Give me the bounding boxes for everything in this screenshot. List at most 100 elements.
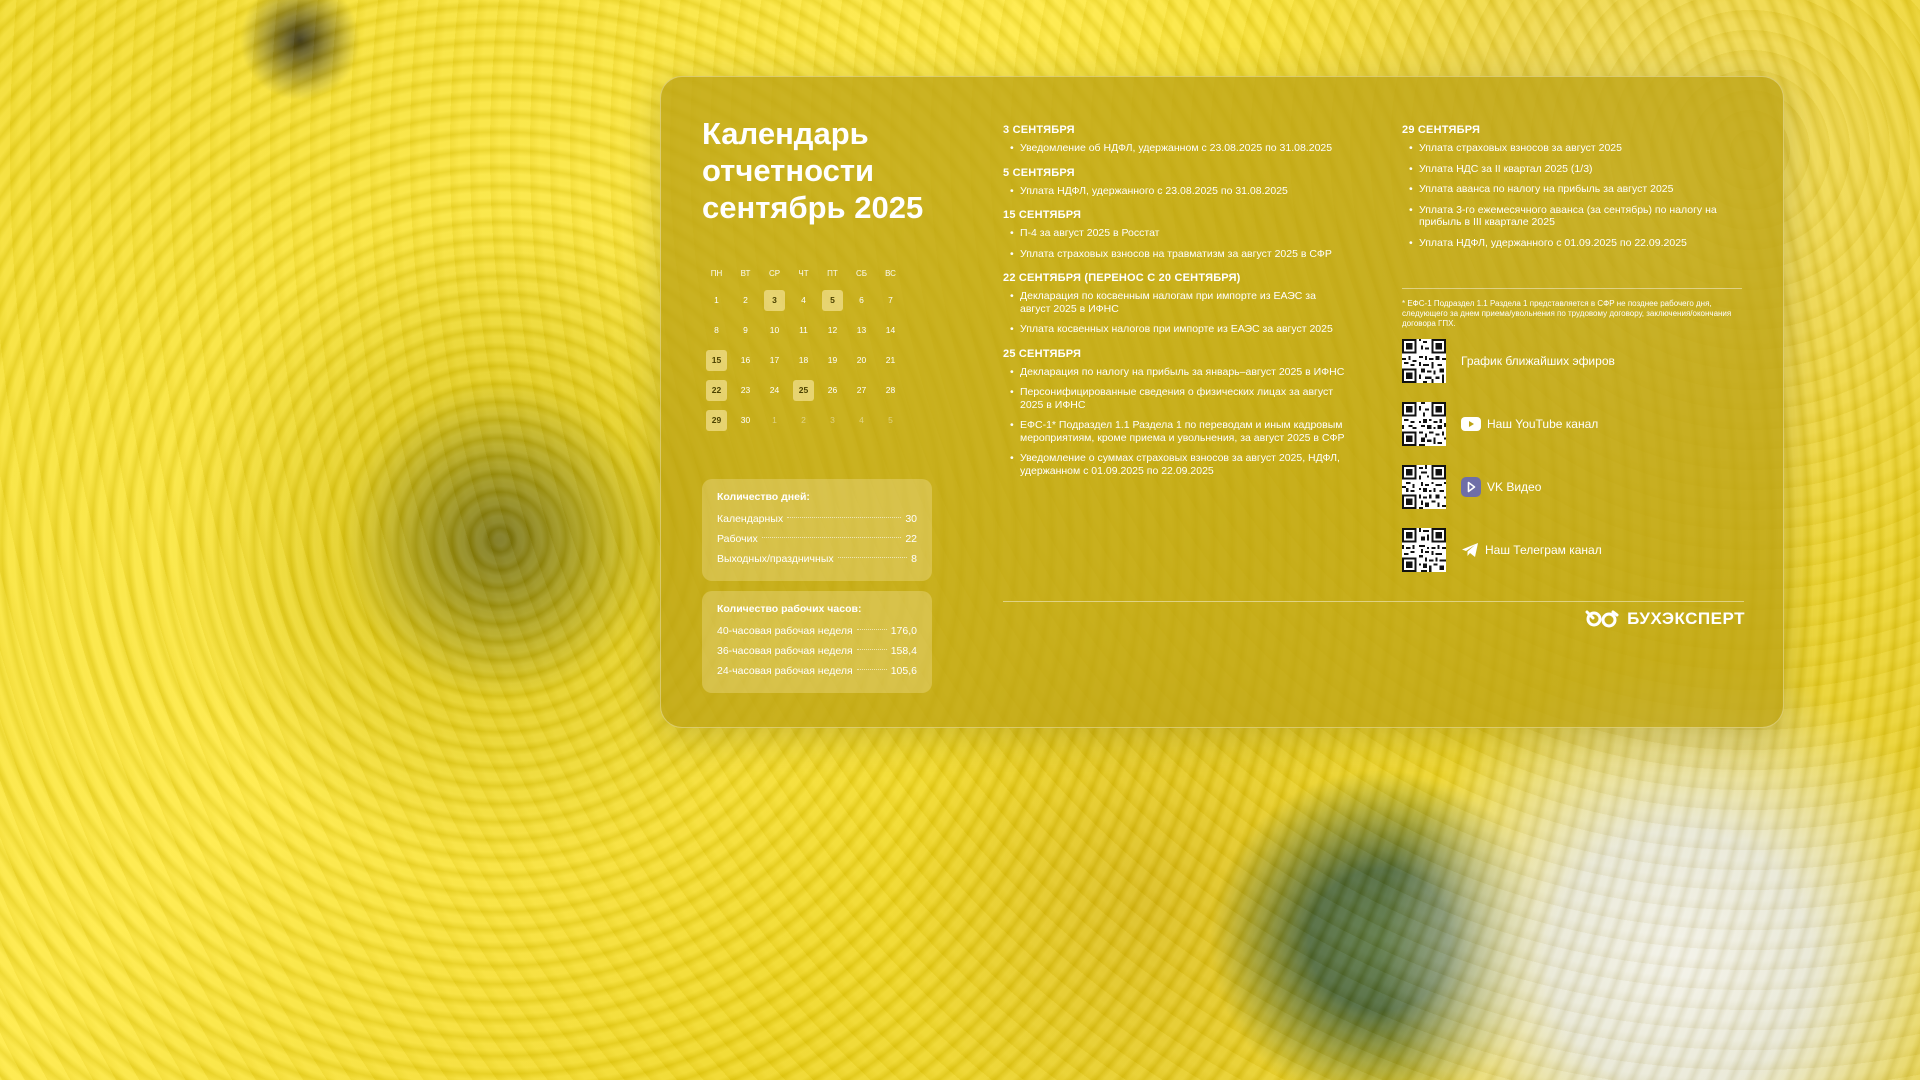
- hours-count-row: 36-часовая рабочая неделя 158,4: [717, 641, 917, 661]
- link-telegram[interactable]: Наш Телеграм канал: [1402, 527, 1742, 573]
- leader-dots: [837, 557, 908, 558]
- calendar-day: 11: [799, 325, 808, 335]
- deadline-item: Уплата НДФЛ, удержанного с 23.08.2025 по…: [1010, 185, 1345, 198]
- calendar-day: 4: [801, 295, 806, 305]
- row-value: 8: [911, 553, 917, 565]
- hours-count-heading: Количество рабочих часов:: [717, 603, 862, 615]
- section-date: 22 сентября (перенос с 20 сентября): [1003, 272, 1241, 284]
- calendar-day-deadline: 3: [760, 289, 789, 311]
- calendar-day: 17: [769, 355, 780, 365]
- deadline-item: Уплата страховых взносов на травматизм з…: [1010, 248, 1345, 261]
- link-label: Наш YouTube канал: [1487, 417, 1599, 431]
- calendar-week: 29 30 1 2 3 4 5: [702, 409, 934, 431]
- row-value: 30: [905, 513, 917, 525]
- section-date: 5 сентября: [1003, 166, 1075, 179]
- deadline-item: Уплата НДС за II квартал 2025 (1/3): [1409, 163, 1744, 176]
- link-vk-video[interactable]: VK Видео: [1402, 464, 1742, 510]
- deadline-item: Персонифицированные сведения о физически…: [1010, 386, 1345, 411]
- deadline-item: Уплата косвенных налогов при импорте из …: [1010, 323, 1345, 336]
- calendar-day: 30: [740, 415, 751, 425]
- link-youtube[interactable]: Наш YouTube канал: [1402, 401, 1742, 447]
- brand-name: БУХЭКСПЕРТ: [1627, 609, 1745, 628]
- section-date: 3 сентября: [1003, 124, 1075, 136]
- deadline-item: Уведомление о суммах страховых взносов з…: [1010, 452, 1345, 477]
- deadline-item: Декларация по налогу на прибыль за январ…: [1010, 366, 1345, 379]
- calendar-day: 12: [827, 325, 838, 335]
- telegram-icon: [1462, 543, 1478, 557]
- calendar-week: 15 16 17 18 19 20 21: [702, 349, 934, 371]
- weekday-sat: сб: [855, 269, 868, 278]
- calendar-week: 22 23 24 25 26 27 28: [702, 379, 934, 401]
- qr-code-icon: [1402, 402, 1446, 446]
- title-line-1: Календарь: [702, 116, 869, 151]
- deadline-item: Уплата НДФЛ, удержанного с 01.09.2025 по…: [1409, 237, 1744, 250]
- deadline-section: 29 сентября Уплата страховых взносов за …: [1402, 124, 1744, 249]
- section-date: 15 сентября: [1003, 209, 1082, 221]
- calendar-day-next-month: 2: [801, 415, 806, 425]
- links-list: График ближайших эфиров Наш YouTube кана…: [1402, 338, 1742, 590]
- deadline-item: Декларация по косвенным налогам при импо…: [1010, 290, 1345, 315]
- leader-dots: [787, 517, 902, 518]
- row-value: 158,4: [890, 645, 917, 657]
- deadline-section: 15 сентября П-4 за август 2025 в Росстат…: [1003, 209, 1345, 260]
- calendar-day-next-month: 1: [772, 415, 777, 425]
- row-value: 176,0: [890, 625, 917, 637]
- calendar-panel: Календарь отчетности сентябрь 2025 пн вт…: [660, 76, 1784, 728]
- hours-count-row: 24-часовая рабочая неделя 105,6: [717, 661, 917, 681]
- calendar-day: 28: [885, 385, 896, 395]
- calendar-day-next-month: 5: [888, 415, 893, 425]
- leader-dots: [856, 649, 887, 650]
- title-line-2: отчетности: [702, 153, 875, 188]
- deadline-item: Уплата аванса по налогу на прибыль за ав…: [1409, 183, 1744, 196]
- calendar-day: 23: [740, 385, 751, 395]
- deadline-section: 5 сентября Уплата НДФЛ, удержанного с 23…: [1003, 167, 1345, 198]
- calendar-day: 27: [856, 385, 867, 395]
- days-count-row: Рабочих 22: [717, 529, 917, 549]
- calendar-day: 6: [859, 295, 864, 305]
- calendar-day: 21: [885, 355, 896, 365]
- calendar-day-next-month: 4: [859, 415, 864, 425]
- weekday-wed: ср: [768, 269, 781, 278]
- row-label: Рабочих: [717, 533, 758, 545]
- row-value: 22: [905, 533, 917, 545]
- qr-code-icon: [1402, 528, 1446, 572]
- calendar-day: 13: [856, 325, 867, 335]
- weekday-thu: чт: [798, 269, 809, 278]
- calendar-day: 8: [714, 325, 719, 335]
- link-label: Наш Телеграм канал: [1485, 543, 1602, 557]
- weekday-mon: пн: [710, 269, 723, 278]
- calendar-day: 16: [740, 355, 751, 365]
- vk-video-icon: [1461, 477, 1481, 497]
- weekday-header: пн вт ср чт пт сб вс: [702, 267, 934, 281]
- row-label: Выходных/праздничных: [717, 553, 834, 565]
- row-label: 24-часовая рабочая неделя: [717, 665, 853, 677]
- leader-dots: [856, 669, 887, 670]
- leader-dots: [856, 629, 887, 630]
- brand: БУХЭКСПЕРТ: [1575, 609, 1745, 629]
- calendar-week: 8 9 10 11 12 13 14: [702, 319, 934, 341]
- row-label: Календарных: [717, 513, 784, 525]
- calendar-day: 7: [888, 295, 893, 305]
- link-broadcast-schedule[interactable]: График ближайших эфиров: [1402, 338, 1742, 384]
- deadlines-column-left: 3 сентября Уведомление об НДФЛ, удержанн…: [1003, 124, 1345, 489]
- calendar-day: 24: [769, 385, 780, 395]
- hours-count-row: 40-часовая рабочая неделя 176,0: [717, 621, 917, 641]
- calendar-day-next-month: 3: [830, 415, 835, 425]
- calendar-day: 1: [714, 295, 719, 305]
- page-title: Календарь отчетности сентябрь 2025: [702, 115, 962, 226]
- calendar-week: 1 2 3 4 5 6 7: [702, 289, 934, 311]
- deadline-item: Уплата 3-го ежемесячного аванса (за сент…: [1409, 204, 1744, 229]
- days-count-row: Календарных 30: [717, 509, 917, 529]
- hours-count-card: Количество рабочих часов: 40-часовая раб…: [702, 591, 932, 693]
- deadline-section: 25 сентября Декларация по налогу на приб…: [1003, 348, 1345, 478]
- calendar-day: 20: [856, 355, 867, 365]
- section-date: 25 сентября: [1003, 347, 1082, 360]
- deadlines-column-right: 29 сентября Уплата страховых взносов за …: [1402, 124, 1744, 261]
- weekday-sun: вс: [885, 269, 896, 278]
- weekday-tue: вт: [740, 269, 751, 278]
- deadline-section: 3 сентября Уведомление об НДФЛ, удержанн…: [1003, 124, 1345, 155]
- deadline-item: Уведомление об НДФЛ, удержанном с 23.08.…: [1010, 142, 1345, 155]
- deadline-section: 22 сентября (перенос с 20 сентября) Декл…: [1003, 272, 1345, 336]
- qr-code-icon: [1402, 339, 1446, 383]
- calendar-day: 26: [827, 385, 838, 395]
